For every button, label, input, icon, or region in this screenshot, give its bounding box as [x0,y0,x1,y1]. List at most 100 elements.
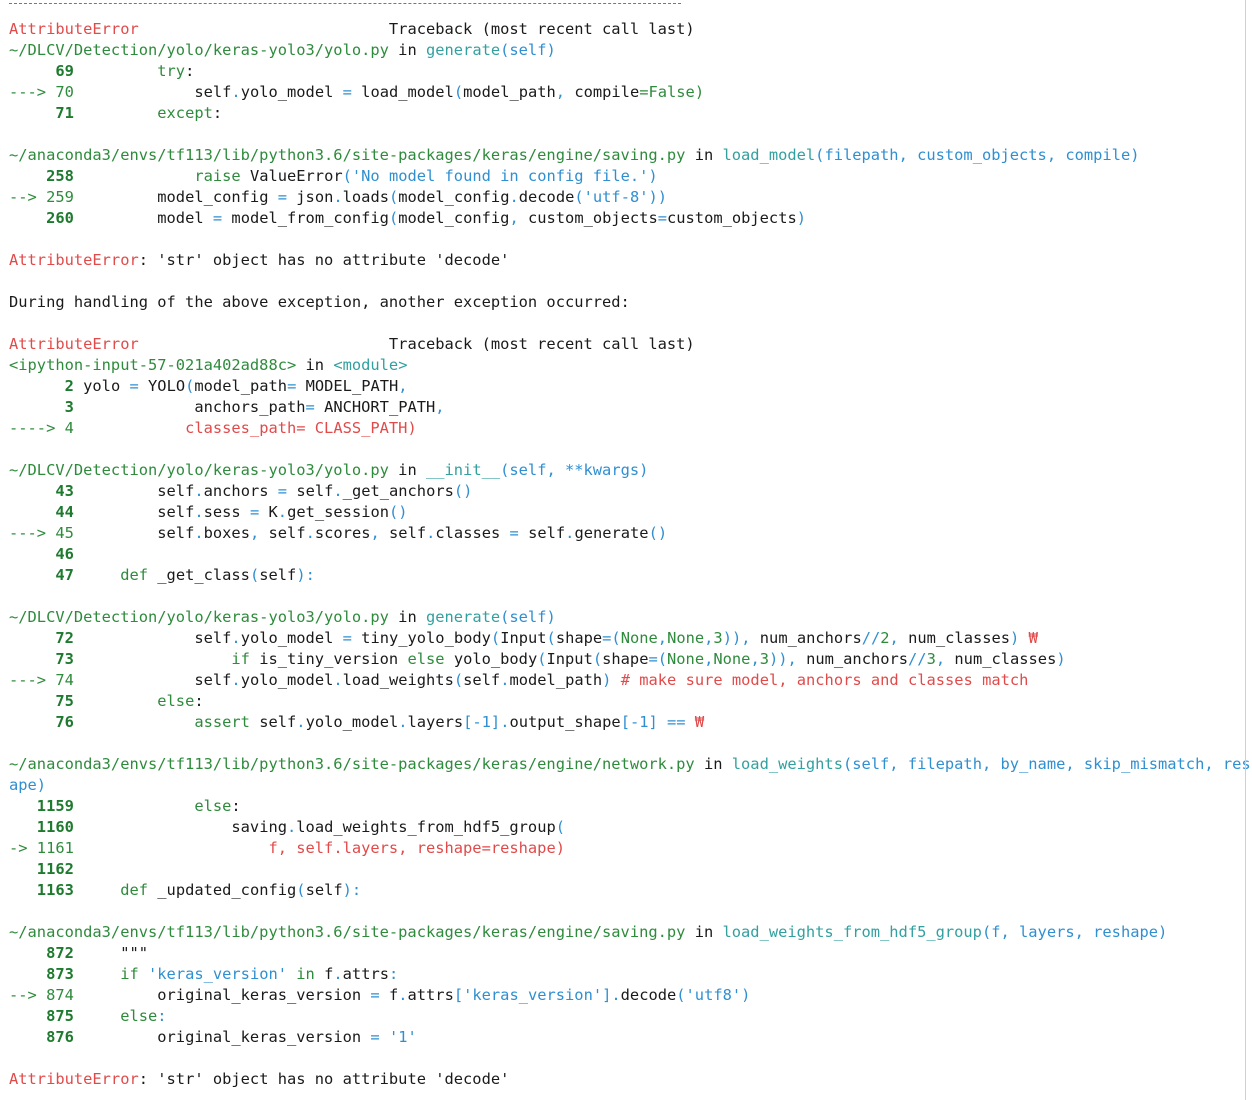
output-token: = [277,188,288,206]
output-token: ( [592,650,603,668]
output-token: = [509,524,519,542]
output-token: yolo_body [444,650,538,668]
output-token: , [935,650,946,668]
output-token: = [370,986,380,1004]
output-token: : 'str' object has no attribute 'decode' [138,1070,510,1088]
output-token: (self, **kwargs) [500,461,649,479]
output-token: in [388,608,426,626]
output-token: 873 [9,965,74,983]
output-token: in [694,755,732,773]
output-token: . [277,503,288,521]
output-token: AttributeError [9,251,139,269]
output-token: sess [203,503,250,521]
output-token: (filepath, custom_objects, compile) [815,146,1140,164]
output-token: tiny_yolo_body [351,629,491,647]
output-token: 876 [9,1028,74,1046]
output-token: , [398,377,408,395]
output-token: 258 [9,167,74,185]
output-token: self [259,566,297,584]
output-line: ~/anaconda3/envs/tf113/lib/python3.6/sit… [9,754,1252,775]
output-token: self [73,671,232,689]
output-token: , [657,629,668,647]
output-line: 47 def _get_class(self): [9,565,1239,586]
output-token: [-1] [620,713,658,731]
output-token: = [287,377,297,395]
output-token: num_classes [945,650,1057,668]
output-token: else [407,650,445,668]
output-token: : [212,104,223,122]
output-token: ~/anaconda3/envs/tf113/lib/python3.6/sit… [9,923,686,941]
output-token: , [370,524,380,542]
output-token: ('utf-8')) [574,188,668,206]
output-token: ) [1010,629,1020,647]
output-token: 46 [9,545,74,563]
output-token: load_weights_from_hdf5_group [296,818,556,836]
output-token: saving [73,818,287,836]
output-token: )), [769,650,797,668]
output-line: 876 original_keras_version = '1' [9,1027,1239,1048]
output-token: (self) [500,41,556,59]
output-token: ~/DLCV/Detection/yolo/keras-yolo3/yolo.p… [9,461,389,479]
output-token: . [333,671,343,689]
output-token: attrs [407,986,454,1004]
output-token: , [750,650,760,668]
output-token: self [463,671,501,689]
output-token: shape [555,629,603,647]
output-token: ----> 4 [9,419,74,437]
output-token: , [555,83,566,101]
output-token: model [73,209,213,227]
output-token: ( [388,188,399,206]
output-token: ~/DLCV/Detection/yolo/keras-yolo3/yolo.p… [9,608,389,626]
output-token: def [73,566,149,584]
output-line: 258 raise ValueError('No model found in … [9,166,1239,187]
output-scroll-edge [1245,0,1246,1100]
output-line: ---> 45 self.boxes, self.scores, self.cl… [9,523,1239,544]
output-token: # make sure model, anchors and classes m… [611,671,1029,689]
output-token: _get_anchors [342,482,454,500]
output-token: ( [388,209,399,227]
output-token: in [388,41,426,59]
output-token: 43 [9,482,74,500]
output-token: [-1] [463,713,501,731]
output-line: --> 259 model_config = json.loads(model_… [9,187,1239,208]
output-token: 3 [759,650,770,668]
output-token: def [73,881,149,899]
output-token: , [889,629,899,647]
output-token: . [333,482,343,500]
output-token: ( [249,566,260,584]
output-line: 1160 saving.load_weights_from_hdf5_group… [9,817,1239,838]
output-token: // [861,629,881,647]
output-token: ape) [9,776,47,794]
output-line: AttributeError Traceback (most recent ca… [9,334,1239,355]
output-token: ( [185,377,195,395]
output-token: 3 [713,629,723,647]
output-token: . [296,713,306,731]
output-line: 75 else: [9,691,1239,712]
output-token: attrs [342,965,389,983]
output-token: generate [425,608,501,626]
output-token: 3 [926,650,936,668]
output-line: ----> 4 classes_path= CLASS_PATH) [9,418,1239,439]
output-line: 69 try: [9,61,1239,82]
output-token: (f, layers, reshape) [981,923,1168,941]
output-token: ('No model found in config file.') [342,167,658,185]
output-token: model_config [73,188,278,206]
output-token: get_session [287,503,390,521]
output-token: () [648,524,668,542]
output-token: YOLO [138,377,186,395]
output-token: """ [73,944,149,962]
output-token: model_from_config [222,209,389,227]
output-token: 2 [880,629,890,647]
output-token: decode [620,986,677,1004]
output-line: ape) [9,775,1239,796]
output-line: 71 except: [9,103,1239,124]
output-token: load_weights_from_hdf5_group [722,923,982,941]
output-token: __init__ [425,461,501,479]
output-token: ValueError [240,167,343,185]
output-token: is_tiny_version [249,650,408,668]
